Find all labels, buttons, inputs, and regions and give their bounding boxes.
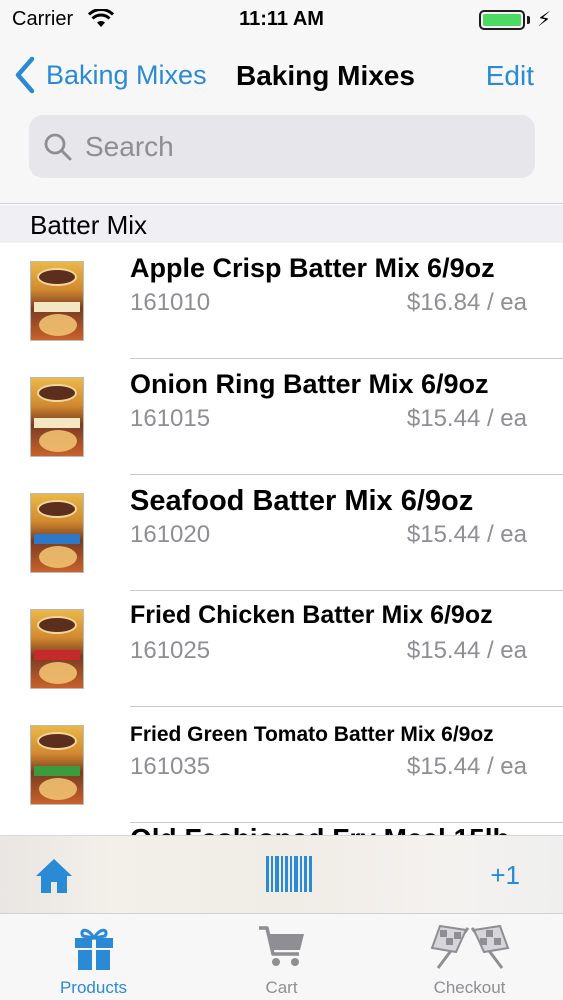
product-name: Fried Chicken Batter Mix 6/9oz [130,601,493,629]
charging-bolt-icon: ⚡ [536,9,551,31]
product-code: 161025 [130,637,211,664]
product-thumbnail [30,725,84,805]
list-item[interactable]: Fried Green Tomato Batter Mix 6/9oz 1610… [0,707,563,823]
product-price: $15.44 / ea [406,637,527,664]
status-bar: Carrier 11:11 AM ⚡ [0,0,563,40]
search-input[interactable] [85,130,525,163]
product-code: 161020 [130,521,211,548]
list-item[interactable]: Fried Chicken Batter Mix 6/9oz 161025 $1… [0,591,563,707]
product-price: $16.84 / ea [406,289,527,316]
back-button[interactable]: Baking Mixes [12,54,207,96]
tab-label: Cart [265,978,298,997]
product-price: $15.44 / ea [406,405,527,432]
product-name: Onion Ring Batter Mix 6/9oz [130,369,489,399]
home-icon[interactable] [34,856,74,896]
barcode-icon[interactable] [266,856,312,892]
tab-label: Products [59,978,128,997]
navigation-bar: Baking Mixes Baking Mixes Edit [0,40,563,204]
product-name: Fried Green Tomato Batter Mix 6/9oz [130,723,494,746]
list-item[interactable]: Old Fashioned Fry Meal 15lb [0,823,563,835]
gift-icon [74,928,113,970]
product-price: $15.44 / ea [406,521,527,548]
tab-bar: Products Cart Checkout [0,913,563,1000]
product-code: 161035 [130,753,211,780]
cart-icon [258,926,304,966]
product-name: Old Fashioned Fry Meal 15lb [130,823,510,835]
add-one-button[interactable]: +1 [490,860,520,891]
product-code: 161015 [130,405,211,432]
search-icon [44,133,72,160]
product-thumbnail [30,493,84,573]
product-thumbnail [30,261,84,341]
search-bar[interactable] [29,115,535,178]
list-item[interactable]: Seafood Batter Mix 6/9oz 161020 $15.44 /… [0,475,563,591]
tab-label: Checkout [433,978,506,997]
tab-products[interactable]: Products [0,914,187,1000]
product-name: Seafood Batter Mix 6/9oz [130,485,474,517]
action-bar: +1 [0,835,563,913]
list-item[interactable]: Apple Crisp Batter Mix 6/9oz 161010 $16.… [0,243,563,359]
product-name: Apple Crisp Batter Mix 6/9oz [130,253,495,283]
back-button-label: Baking Mixes [46,59,207,90]
tab-checkout[interactable]: Checkout [376,914,563,1000]
page-title: Baking Mixes [236,60,415,91]
product-thumbnail [30,377,84,457]
list-item[interactable]: Onion Ring Batter Mix 6/9oz 161015 $15.4… [0,359,563,475]
chevron-left-icon [15,56,35,94]
product-list[interactable]: Apple Crisp Batter Mix 6/9oz 161010 $16.… [0,243,563,835]
section-header: Batter Mix [0,205,563,243]
product-code: 161010 [130,289,211,316]
product-price: $15.44 / ea [406,753,527,780]
battery-tip [527,16,530,24]
battery-icon [479,10,525,30]
product-thumbnail [30,609,84,689]
checkered-flags-icon [430,924,509,969]
edit-button[interactable]: Edit [486,60,534,92]
tab-cart[interactable]: Cart [188,914,375,1000]
